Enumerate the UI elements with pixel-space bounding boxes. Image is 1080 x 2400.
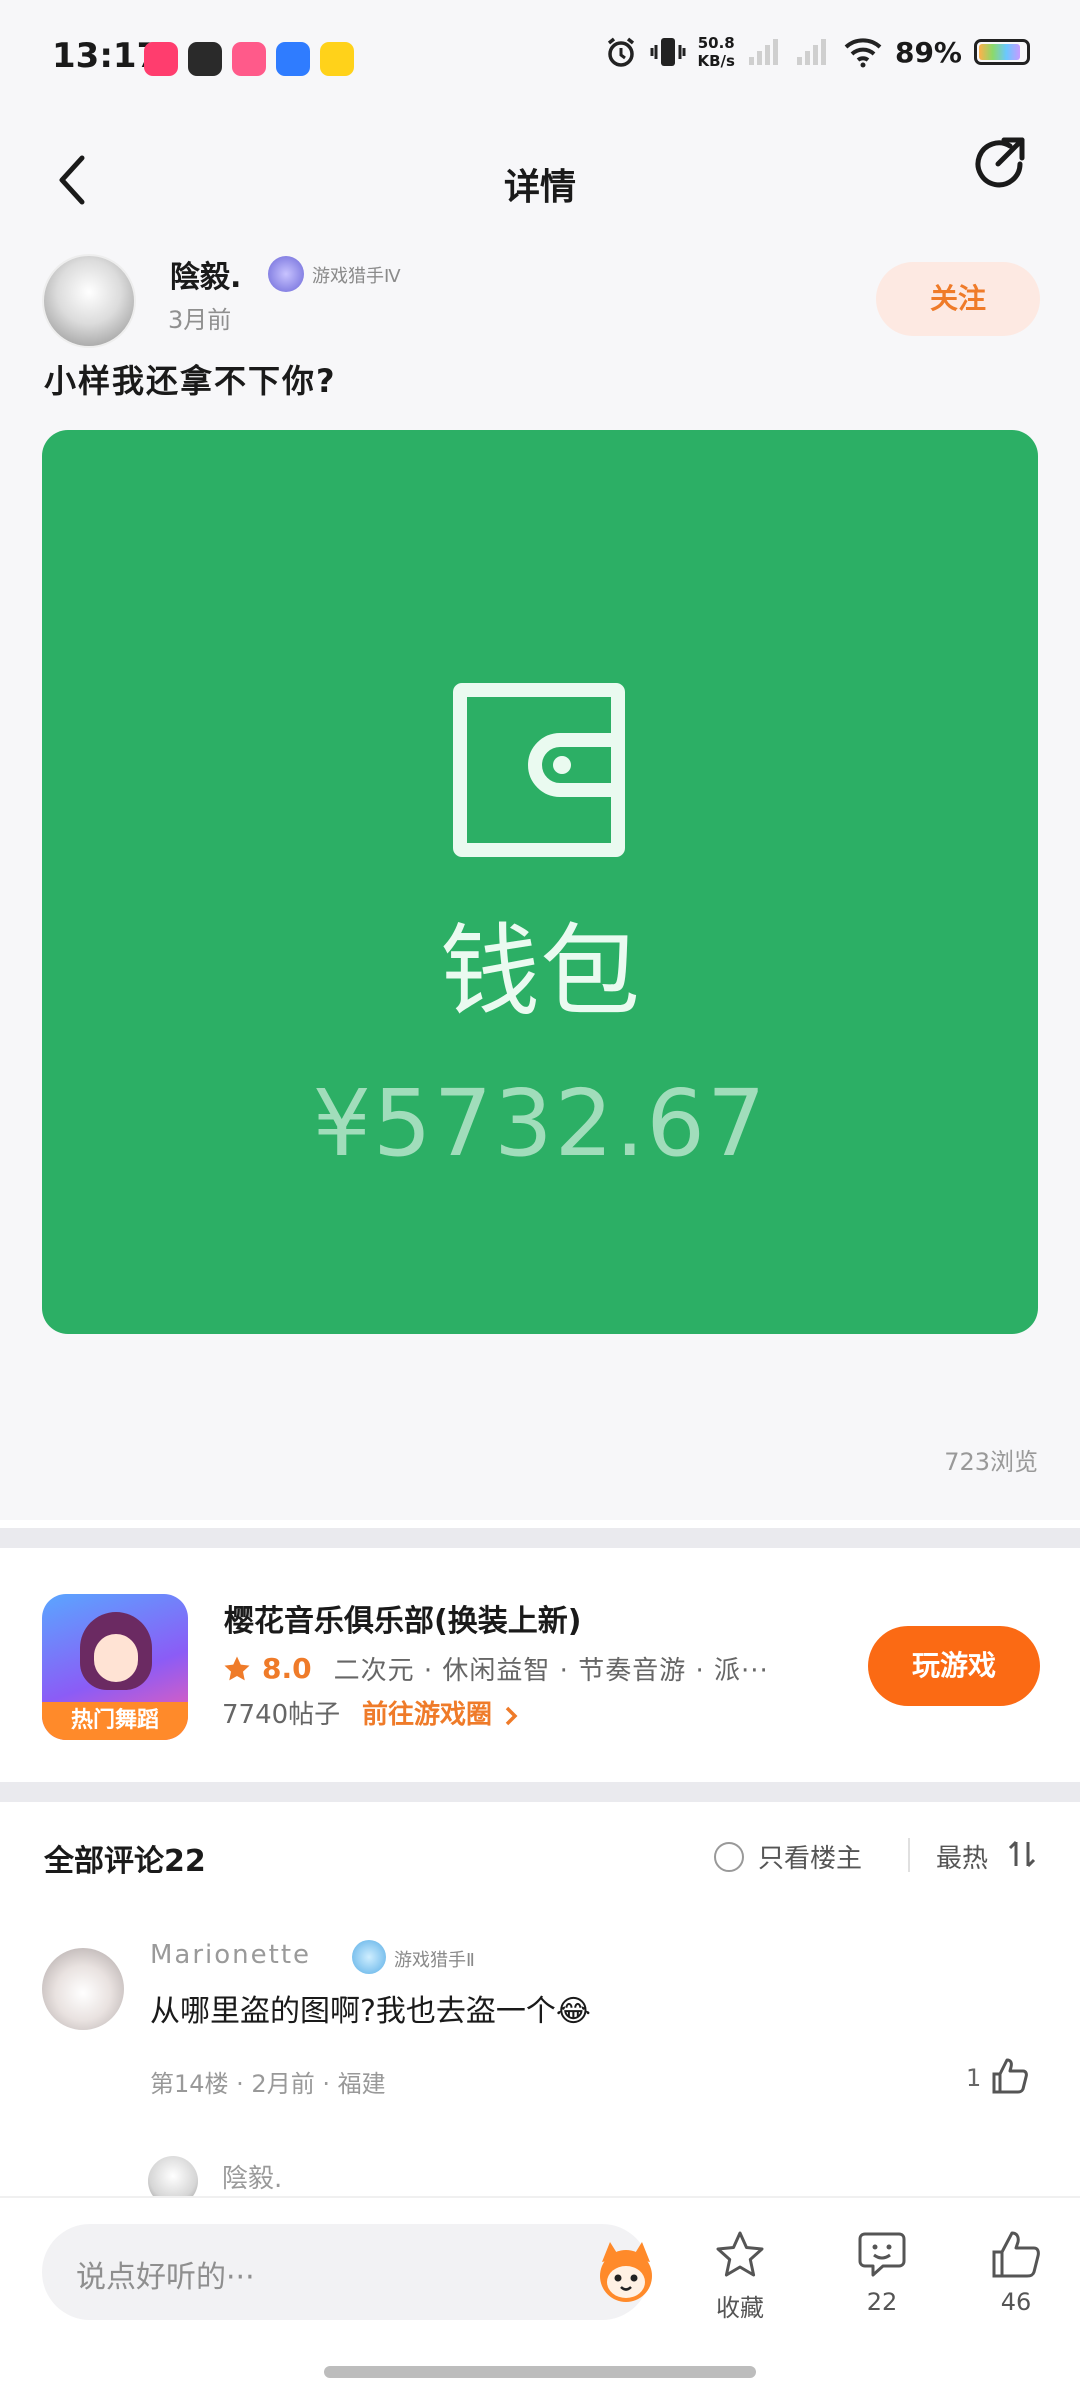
author-name[interactable]: 陰毅. xyxy=(170,252,241,296)
radio-icon[interactable] xyxy=(714,1841,744,1872)
wallet-icon xyxy=(453,683,625,857)
app-icon-game xyxy=(188,42,222,76)
sort-hot-button[interactable]: 最热 xyxy=(936,1838,988,1875)
app-icon-fruit xyxy=(320,42,354,76)
post-title: 小样我还拿不下你? xyxy=(44,362,337,400)
app-icon-bilibili xyxy=(232,42,266,76)
comment-button[interactable]: 22 xyxy=(832,2228,932,2316)
reply-username[interactable]: 陰毅. xyxy=(222,2158,282,2195)
sort-icon[interactable] xyxy=(1006,1838,1038,1870)
alarm-icon xyxy=(607,37,634,67)
comment-meta: 第14楼 · 2月前 · 福建 xyxy=(150,2070,386,2098)
wifi-icon xyxy=(844,38,882,68)
vibrate-icon xyxy=(650,38,685,66)
game-tags: 二次元 · 休闲益智 · 节奏音游 · 派··· xyxy=(333,1656,769,1686)
comments-title: 全部评论22 xyxy=(44,1844,206,1879)
hunter-badge-icon xyxy=(268,256,304,292)
mascot-emoji-icon[interactable] xyxy=(590,2236,662,2308)
game-circle-link-label: 前往游戏圈 xyxy=(362,1700,493,1730)
play-game-button[interactable]: 玩游戏 xyxy=(868,1626,1040,1706)
game-rating: 8.0 xyxy=(262,1652,312,1685)
author-avatar[interactable] xyxy=(42,254,136,348)
follow-button[interactable]: 关注 xyxy=(876,262,1040,336)
game-rating-row: 8.0 二次元 · 休闲益智 · 节奏音游 · 派··· xyxy=(222,1650,769,1687)
section-divider xyxy=(0,1782,1080,1802)
like-count: 46 xyxy=(1000,2288,1032,2316)
notification-app-icons xyxy=(144,42,354,76)
chevron-right-icon xyxy=(505,1706,518,1725)
post-time: 3月前 xyxy=(168,306,232,334)
network-speed-unit: KB/s xyxy=(697,52,735,70)
comment-input-placeholder: 说点好听的··· xyxy=(76,2260,255,2295)
view-count: 723浏览 xyxy=(944,1448,1038,1476)
comments-section: 全部评论22 只看楼主 最热 Marionette 游戏猎手Ⅱ 从哪里盗的图啊?… xyxy=(0,1802,1080,2206)
comment-text[interactable]: 从哪里盗的图啊?我也去盗一个😂 xyxy=(150,1986,591,2030)
app-icon-video xyxy=(144,42,178,76)
star-outline-icon xyxy=(716,2231,764,2277)
sort-separator xyxy=(908,1838,910,1872)
author-badge: 游戏猎手Ⅳ xyxy=(312,266,401,287)
thumbs-up-icon xyxy=(992,2231,1040,2278)
comment-like-count: 1 xyxy=(966,2064,982,2092)
game-card[interactable]: 热门舞蹈 樱花音乐俱乐部(换装上新) 8.0 二次元 · 休闲益智 · 节奏音游… xyxy=(0,1548,1080,1782)
wallet-amount: ¥5732.67 xyxy=(312,1070,768,1177)
signal-1-icon xyxy=(748,39,778,65)
network-speed: 50.8 KB/s xyxy=(698,34,735,70)
game-icon-tag: 热门舞蹈 xyxy=(42,1702,188,1740)
bottom-action-bar: 说点好听的··· 收藏 22 46 xyxy=(0,2196,1080,2400)
page-title: 详情 xyxy=(503,167,576,208)
star-icon xyxy=(224,1656,250,1680)
comment-input[interactable]: 说点好听的··· xyxy=(42,2224,652,2320)
battery-icon xyxy=(974,39,1030,65)
only-owner-label: 只看楼主 xyxy=(758,1844,863,1874)
status-bar: 13:17 50.8 KB/s 89% xyxy=(0,0,1080,120)
game-icon[interactable]: 热门舞蹈 xyxy=(42,1594,188,1740)
hunter-badge-icon xyxy=(352,1940,386,1974)
comment-bubble-icon xyxy=(858,2232,906,2277)
like-button[interactable]: 46 xyxy=(966,2228,1066,2316)
post-image[interactable]: 钱包 ¥5732.67 xyxy=(42,430,1038,1334)
only-owner-toggle[interactable]: 只看楼主 xyxy=(714,1838,862,1875)
game-icon-face xyxy=(94,1634,138,1682)
comment-avatar[interactable] xyxy=(42,1948,124,2030)
battery-percent: 89% xyxy=(894,35,962,69)
section-divider xyxy=(0,1528,1080,1548)
game-post-count: 7740帖子 xyxy=(222,1700,341,1730)
battery-fill xyxy=(979,44,1020,60)
network-speed-value: 50.8 xyxy=(697,34,735,52)
home-indicator[interactable] xyxy=(324,2366,756,2378)
wallet-label: 钱包 xyxy=(440,913,640,1030)
app-icon-browser xyxy=(276,42,310,76)
share-icon[interactable] xyxy=(964,128,1036,200)
status-right-group: 50.8 KB/s 89% xyxy=(604,34,1030,70)
comment-user-badge: 游戏猎手Ⅱ xyxy=(394,1950,475,1971)
comment-count: 22 xyxy=(866,2288,898,2316)
game-circle-link[interactable]: 前往游戏圈 xyxy=(362,1694,521,1731)
signal-2-icon xyxy=(796,39,826,65)
favorite-label: 收藏 xyxy=(716,2294,764,2322)
thumbs-up-icon[interactable] xyxy=(990,2056,1030,2096)
comment-username[interactable]: Marionette xyxy=(150,1940,311,1970)
favorite-button[interactable]: 收藏 xyxy=(690,2228,790,2323)
post-section: 陰毅. 游戏猎手Ⅳ 3月前 关注 小样我还拿不下你? 钱包 ¥5732.67 7… xyxy=(0,230,1080,1520)
game-name[interactable]: 樱花音乐俱乐部(换装上新) xyxy=(224,1596,581,1640)
